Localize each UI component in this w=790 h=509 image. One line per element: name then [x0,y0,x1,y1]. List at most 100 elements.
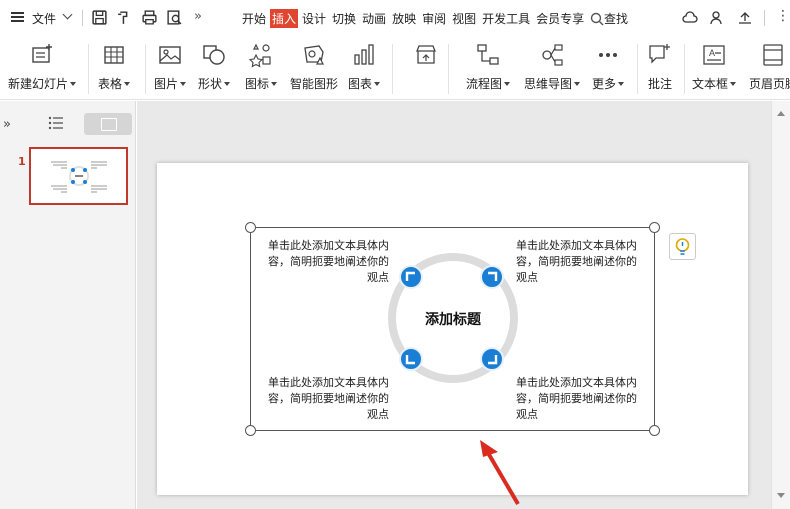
store-icon [416,45,436,64]
scroll-down-icon[interactable] [777,493,785,498]
tab-developer[interactable]: 开发工具 [480,9,532,28]
dropdown-arrow-icon [224,81,231,86]
tab-review[interactable]: 审阅 [420,9,448,28]
smart-suggestion-button[interactable] [669,233,696,260]
collapse-pane-icon[interactable]: » [3,117,11,132]
more-label: 更多 [592,77,617,91]
tab-view[interactable]: 视图 [450,9,478,28]
more-quick-actions-icon[interactable]: » [194,9,202,24]
textbox-button[interactable]: A 文本框 [692,42,737,96]
arrow-node-top-left [399,265,423,289]
tab-animations[interactable]: 动画 [360,9,388,28]
file-menu[interactable]: 文件 [32,10,56,27]
share-user-icon[interactable] [709,10,725,26]
outline-view-icon[interactable] [48,116,64,130]
smart-art-label: 智能图形 [290,77,339,91]
print-icon[interactable] [141,9,158,26]
shape-label: 形状 [198,77,223,91]
divider [145,44,146,94]
header-footer-button[interactable]: 页眉页脚 [749,42,790,96]
text-placeholder-top-left[interactable]: 单击此处添加文本具体内容，简明扼要地阐述你的观点 [265,238,389,286]
arrow-node-bottom-right [480,347,504,371]
picture-button[interactable]: 图片 [154,42,187,96]
text-placeholder-top-right[interactable]: 单击此处添加文本具体内容，简明扼要地阐述你的观点 [516,238,640,286]
upload-icon[interactable] [737,10,753,26]
vertical-scrollbar[interactable] [771,101,790,509]
divider [637,44,638,94]
smart-art-button[interactable]: 智能图形 [290,42,338,96]
mindmap-icon [542,44,563,66]
divider [764,10,765,26]
more-options-icon[interactable]: ⋮ [776,8,790,24]
more-dots-icon [599,53,617,57]
resize-handle-bottom-left[interactable] [245,425,256,436]
flowchart-label: 流程图 [466,77,503,91]
icon-library-icon [248,43,271,68]
search-box[interactable]: 查找 [590,10,628,27]
table-button[interactable]: 表格 [98,42,131,96]
hamburger-menu-icon[interactable] [11,12,24,22]
chart-button[interactable]: 图表 [348,42,381,96]
format-painter-icon[interactable] [116,9,133,26]
shape-icon [203,45,225,65]
resize-handle-top-right[interactable] [649,222,660,233]
slide-view-toggle[interactable] [84,113,132,135]
divider [82,10,83,26]
resize-handle-top-left[interactable] [245,222,256,233]
header-footer-label: 页眉页脚 [749,77,790,91]
smart-art-icon [304,45,324,65]
resize-handle-bottom-right[interactable] [649,425,660,436]
tab-insert[interactable]: 插入 [270,9,299,28]
tab-home[interactable]: 开始 [240,9,268,28]
comment-icon [649,44,670,64]
icon-library-button[interactable]: 图标 [245,42,278,96]
dropdown-arrow-icon [618,81,625,86]
slide-thumbnail-pane: » 1 [0,101,136,509]
search-label: 查找 [604,12,629,26]
table-icon [104,46,124,64]
new-slide-icon [32,44,52,63]
dropdown-arrow-icon [271,81,278,86]
slide-thumbnail[interactable] [29,147,128,205]
header-footer-icon [763,44,783,66]
shape-button[interactable]: 形状 [198,42,231,96]
online-resource-button[interactable] [413,42,439,96]
mindmap-label: 思维导图 [524,77,573,91]
annotation-arrow [480,440,520,506]
divider [684,44,685,94]
scroll-up-icon[interactable] [777,111,785,116]
slide-title-placeholder[interactable]: 添加标题 [405,309,501,329]
divider [448,44,449,94]
new-slide-button[interactable]: 新建幻灯片 [8,42,77,96]
comment-button[interactable]: 批注 [647,42,673,96]
mindmap-button[interactable]: 思维导图 [524,42,581,96]
divider [392,44,393,94]
tab-design[interactable]: 设计 [300,9,328,28]
more-button[interactable]: 更多 [592,42,625,96]
divider [88,44,89,94]
cloud-sync-icon[interactable] [682,10,698,26]
chart-icon [354,44,374,65]
tab-slideshow[interactable]: 放映 [390,9,418,28]
dropdown-arrow-icon [124,81,131,86]
flowchart-button[interactable]: 流程图 [466,42,511,96]
tab-member[interactable]: 会员专享 [534,9,586,28]
slide-thumbnail-preview [51,161,107,193]
dropdown-arrow-icon [374,81,381,86]
insert-ribbon: 新建幻灯片 表格 图片 形状 图标 智能图形 图表 流程图 思维导图 更多 批注… [0,36,790,100]
lightbulb-icon [675,238,690,255]
tab-transitions[interactable]: 切换 [330,9,358,28]
ribbon-tabs: 开始 插入 设计 切换 动画 放映 审阅 视图 开发工具 会员专享 [240,9,588,28]
dropdown-arrow-icon [730,81,737,86]
text-placeholder-bottom-left[interactable]: 单击此处添加文本具体内容，简明扼要地阐述你的观点 [265,375,389,423]
text-placeholder-bottom-right[interactable]: 单击此处添加文本具体内容，简明扼要地阐述你的观点 [516,375,640,423]
icon-library-label: 图标 [245,77,270,91]
arrow-node-bottom-left [399,347,423,371]
print-preview-icon[interactable] [166,9,183,26]
menu-bar: 文件 » 开始 插入 设计 切换 动画 放映 审阅 视图 开发工具 会员专享 查… [0,0,790,36]
chevron-down-icon[interactable] [62,9,73,20]
search-icon [590,12,604,26]
corner-arrow-icon [488,271,498,281]
save-icon[interactable] [91,9,108,26]
slide-number: 1 [18,155,26,168]
